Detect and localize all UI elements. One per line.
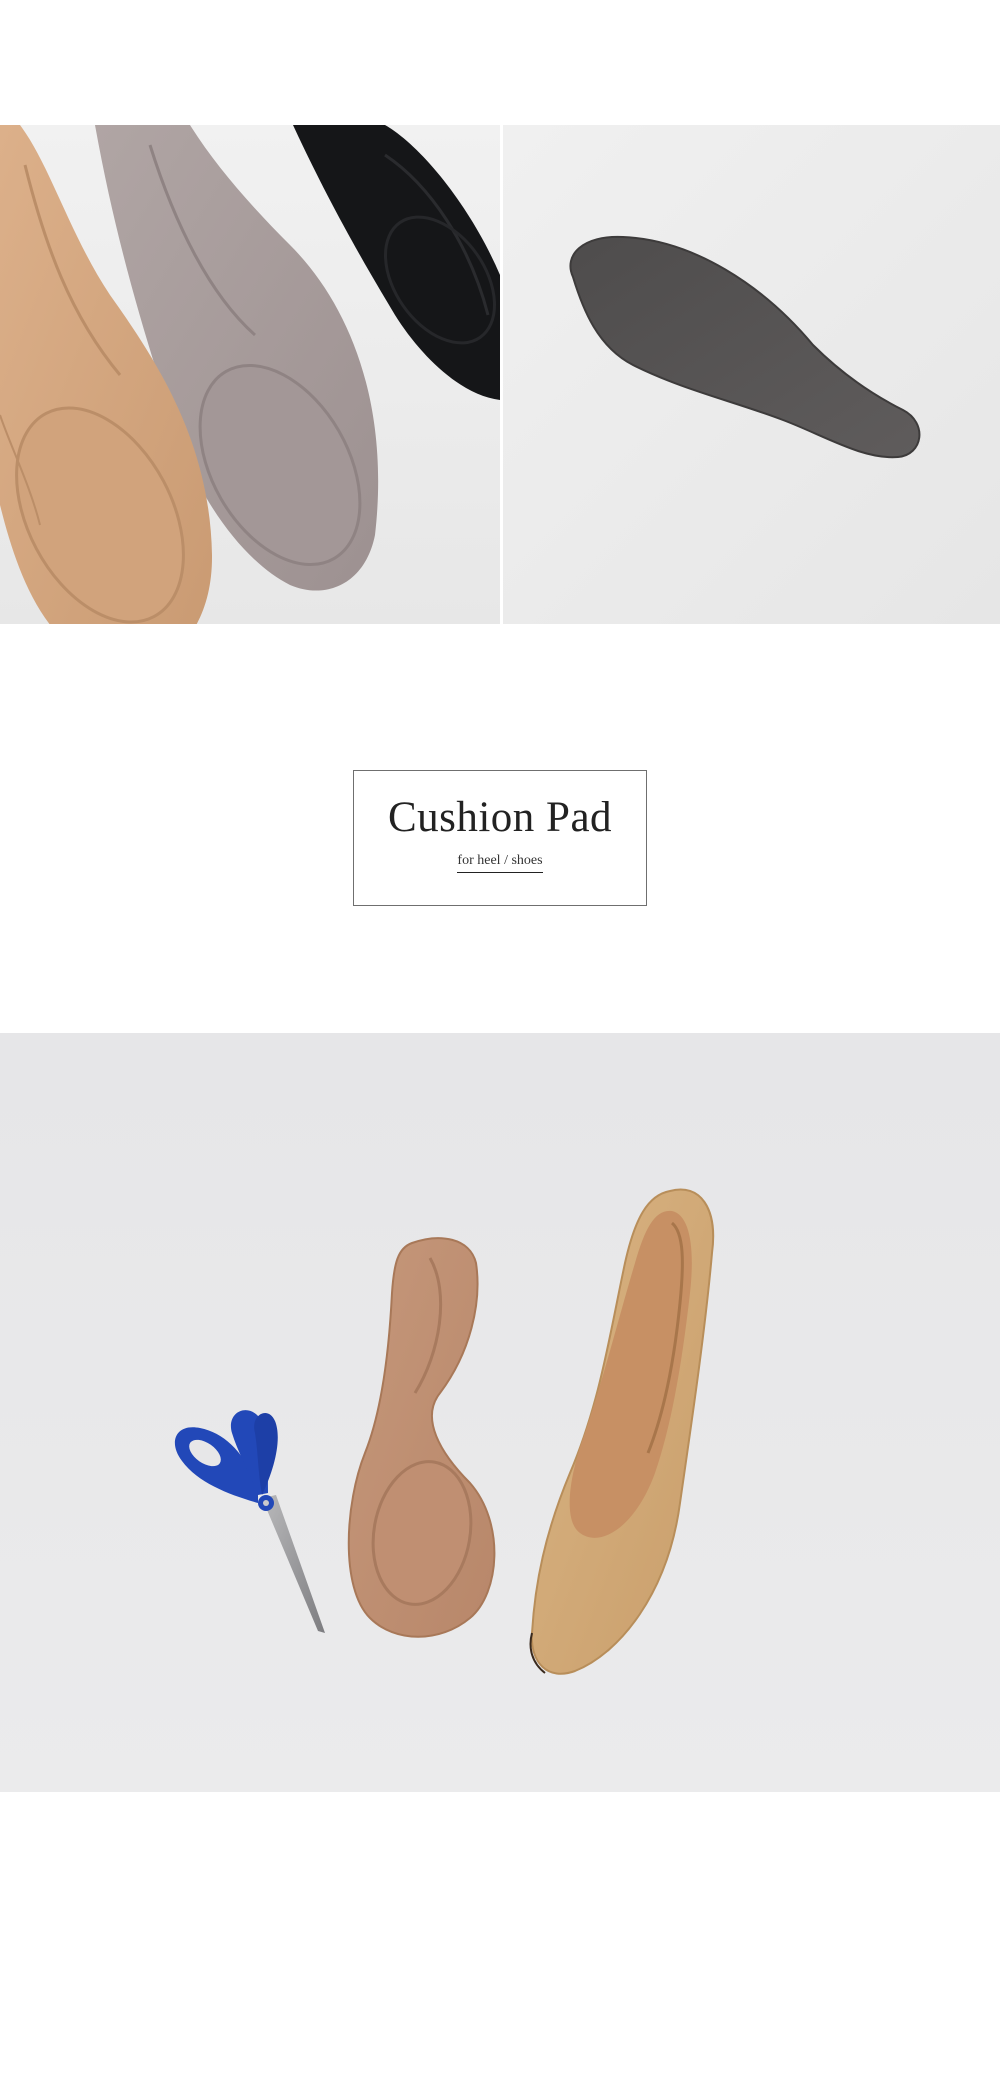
product-title: Cushion Pad (387, 794, 613, 841)
insole-with-scissors-and-pump-photo (0, 1033, 1000, 1792)
insole-underside-photo (503, 125, 1000, 624)
product-title-box: Cushion Pad for heel / shoes (353, 770, 647, 906)
top-photo-row (0, 125, 1000, 624)
insoles-three-colors-photo (0, 125, 500, 624)
product-subtitle: for heel / shoes (457, 852, 543, 873)
product-subtitle-wrap: for heel / shoes (354, 851, 646, 873)
